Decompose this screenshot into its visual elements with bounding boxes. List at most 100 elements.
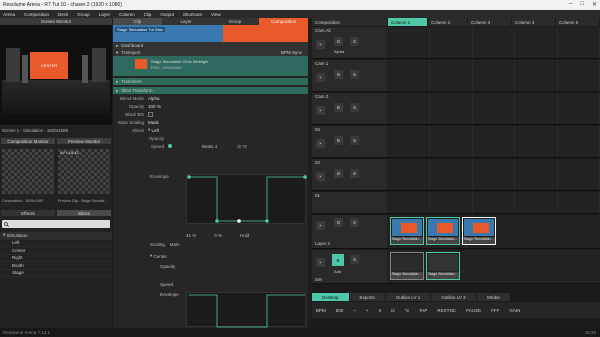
blend-mode-dropdown[interactable]: Alpha (148, 96, 160, 101)
layer-clear-button[interactable]: × (316, 40, 325, 49)
tab-strobe[interactable]: Strobe (476, 293, 510, 301)
layer-2[interactable]: × B S Layer 2 Stage Simulation... Stage … (312, 215, 600, 249)
tree-root-simulation[interactable]: ▾ Simulation (0, 232, 112, 240)
tree-item-right[interactable]: Right (0, 255, 112, 262)
menu-output[interactable]: Output (160, 12, 174, 17)
envelope-editor[interactable] (186, 174, 307, 224)
tab-outline-lv-2[interactable]: Outline LV 2 (431, 293, 476, 301)
opacity-value[interactable]: 100 % (148, 104, 161, 109)
preview-thumbnail[interactable]: A Fr 1.8:12 (58, 149, 110, 194)
tab-exports[interactable]: Exports (349, 293, 385, 301)
layer-bypass-button[interactable]: B (334, 70, 343, 79)
menu-clip[interactable]: Clip (144, 12, 152, 17)
tab-layer[interactable]: Layer (161, 18, 211, 25)
layer-01[interactable]: 01 (312, 192, 600, 214)
layer-blend-mode[interactable]: Alpha (334, 49, 344, 54)
clip-thumbnail[interactable]: Stage Simulation... (390, 217, 424, 245)
envelope-offset-value[interactable]: 0 % (214, 233, 222, 238)
column-2-header[interactable]: Column 2 (428, 18, 468, 26)
pause-button[interactable]: PAUSE (466, 308, 481, 313)
layer-solo-button[interactable]: S (350, 255, 359, 264)
beats-value[interactable]: 4 (215, 144, 218, 149)
clip-thumbnail[interactable]: Stage Simulation... (426, 217, 460, 245)
layer-solo-button[interactable]: S (350, 136, 359, 145)
layer-bypass-button[interactable]: B (334, 136, 343, 145)
slice-left[interactable]: Left (152, 128, 160, 133)
layer-solo-button[interactable]: S (350, 103, 359, 112)
layer-cam-1[interactable]: Cam 1 × B S (312, 60, 600, 92)
column-3-header[interactable]: Column 3 (468, 18, 512, 26)
tree-item-left[interactable]: Left (0, 240, 112, 247)
layer-solo-button[interactable]: S (350, 218, 359, 227)
tab-desktop[interactable]: Desktop (312, 293, 349, 301)
envelope-editor-2[interactable] (186, 292, 306, 328)
layer-02[interactable]: 02 × B S (312, 159, 600, 191)
column-5-header[interactable]: Column 5 (556, 18, 600, 26)
clip-thumbnail-active[interactable]: Stage Simulation... (426, 252, 460, 280)
column-1-header[interactable]: Column 1 (388, 18, 428, 26)
layer-solo-button[interactable]: S (350, 70, 359, 79)
column-4-header[interactable]: Column 4 (512, 18, 556, 26)
minimize-button[interactable]: – (569, 1, 572, 8)
close-button[interactable]: ✕ (592, 1, 597, 8)
preview-monitor-button[interactable]: Preview Monitor (56, 137, 112, 145)
layer-blend-mode[interactable]: Add (334, 269, 341, 274)
bpm-minus-button[interactable]: – (353, 308, 356, 313)
slice-transform-section[interactable]: ▸ Slice Transform (113, 87, 308, 94)
layer-bypass-button[interactable]: B (334, 169, 343, 178)
divide-button[interactable]: /2 (237, 144, 241, 149)
composition-header[interactable]: Composition (312, 18, 388, 26)
multiply-button[interactable]: *2 (242, 144, 246, 149)
menu-composition[interactable]: Composition (24, 12, 49, 17)
transform-section[interactable]: ▸ Transform (113, 78, 308, 85)
dashboard-section[interactable]: ▸ Dashboard (113, 42, 308, 49)
menu-column[interactable]: Column (119, 12, 135, 17)
main-scaling-dropdown[interactable]: Mask (148, 120, 159, 125)
tab-clip[interactable]: Clip (113, 18, 162, 25)
layer-clear-button[interactable]: × (316, 258, 325, 267)
layer-clear-button[interactable]: × (316, 172, 325, 181)
tap-button[interactable]: TAP (419, 308, 427, 313)
slice-center[interactable]: Center (154, 254, 168, 259)
menu-arena[interactable]: Arena (3, 12, 15, 17)
tree-item-center[interactable]: Center (0, 247, 112, 255)
tab-effects[interactable]: Effects (0, 209, 56, 217)
bpm-plus-button[interactable]: + (366, 308, 369, 313)
bpm-double-button[interactable]: *2 (405, 308, 409, 313)
scaling-dropdown[interactable]: Main (170, 242, 180, 247)
tree-item-booth[interactable]: Booth (0, 262, 112, 270)
menu-layer[interactable]: Layer (99, 12, 110, 17)
envelope-position-value[interactable]: 41 % (186, 233, 196, 238)
pause-bars-button[interactable]: II (378, 308, 381, 313)
layer-03[interactable]: 03 × B S (312, 126, 600, 158)
bpm-sync-dropdown[interactable]: BPM Sync (281, 50, 308, 55)
bpm-half-button[interactable]: /2 (391, 308, 395, 313)
tab-composition[interactable]: Composition (259, 18, 308, 25)
layer-bypass-button[interactable]: B (332, 254, 344, 266)
layer-solo-button[interactable]: S (350, 37, 359, 46)
composition-monitor-button[interactable]: Composition Monitor (0, 137, 56, 145)
clip-thumbnail-active[interactable]: Stage Simulation... (462, 217, 496, 245)
layer-bypass-button[interactable]: B (334, 218, 343, 227)
layer-clear-button[interactable]: × (316, 106, 325, 115)
composition-thumbnail[interactable] (2, 149, 54, 194)
layer-cam-2[interactable]: Cam 2 × B S (312, 93, 600, 125)
layer-set[interactable]: × B S Add Set Stage Simulation... Stage … (312, 250, 600, 284)
layer-cam-all[interactable]: Cam All × B S Alpha (312, 27, 600, 59)
layer-bypass-button[interactable]: B (334, 37, 343, 46)
clip-thumbnail[interactable]: Stage Simulation... (390, 252, 424, 280)
transport-section[interactable]: ▾ Transport BPM Sync (113, 49, 308, 56)
clip-name-bar[interactable]: Stage Simulation Tut Wax (113, 25, 223, 42)
menu-group[interactable]: Group (77, 12, 90, 17)
black-bg-checkbox[interactable] (148, 111, 153, 117)
speed-handle[interactable] (168, 144, 172, 148)
tab-group[interactable]: Group (210, 18, 260, 25)
maximize-button[interactable]: □ (580, 1, 584, 8)
layer-solo-button[interactable]: S (350, 169, 359, 178)
hold-dropdown[interactable]: Hold (240, 233, 249, 238)
menu-shortcuts[interactable]: Shortcuts (183, 12, 202, 17)
search-input[interactable] (2, 220, 110, 228)
layer-clear-button[interactable]: × (316, 139, 325, 148)
layer-clear-button[interactable]: × (316, 221, 325, 230)
bpm-value[interactable]: 500 (336, 308, 344, 313)
